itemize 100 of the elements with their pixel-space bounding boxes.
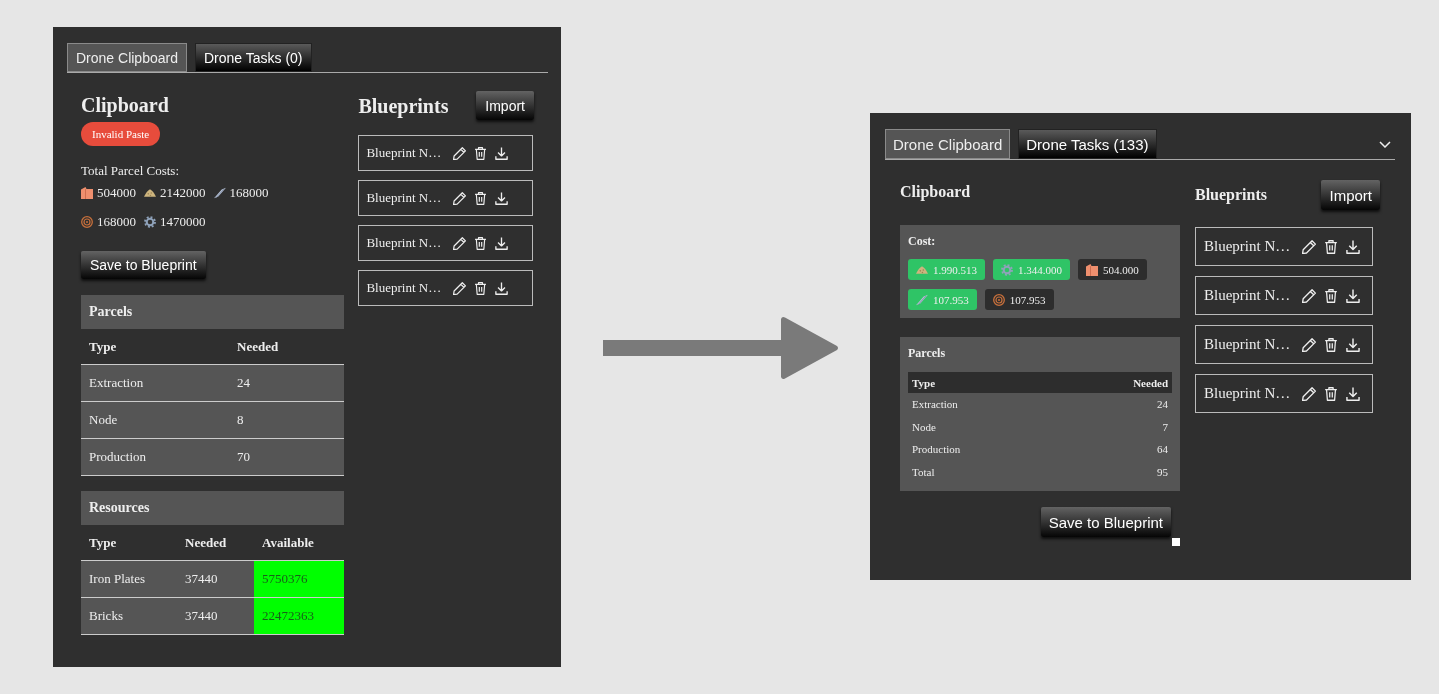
cost-value: 1.344.000 [1018,263,1062,276]
trash-icon[interactable] [1324,288,1339,303]
copper-coil-icon [992,293,1005,306]
cost-value: 107.953 [933,293,969,306]
tab[interactable]: Drone Tasks (133) [1018,129,1157,159]
blueprint-item[interactable]: Blueprint N… [1195,325,1373,364]
cost-value: 504000 [97,184,136,201]
save-button[interactable]: Save to Blueprint [81,251,206,279]
column-header: Needed [236,337,280,356]
download-icon[interactable] [1346,239,1361,254]
blueprint-name: Blueprint N… [366,280,442,296]
column-header: Available [261,533,315,552]
blueprint-item[interactable]: Blueprint N… [358,270,534,306]
column-header: Type [912,376,936,389]
cost-value: 168000 [97,213,136,230]
trash-icon[interactable] [474,146,488,160]
brick-icon [81,186,93,199]
tab[interactable]: Drone Tasks (0) [194,43,312,72]
table-cell: Production [912,443,961,456]
section-heading: Clipboard [81,93,169,119]
cost-value: 1.990.513 [933,263,977,276]
table-cell-text: 37440 [184,570,219,588]
blueprint-item[interactable]: Blueprint N… [358,180,534,216]
trash-icon[interactable] [1324,337,1339,352]
blueprint-item[interactable]: Blueprint N… [358,225,534,261]
trash-icon[interactable] [474,281,488,295]
pencil-icon[interactable] [453,236,467,250]
import-button[interactable]: Import [1321,180,1380,210]
blueprint-item[interactable]: Blueprint N… [1195,227,1373,266]
trash-icon[interactable] [1324,239,1339,254]
sand-pile-icon [144,186,156,199]
table-cell-text: 24 [236,374,251,392]
download-icon[interactable] [1346,337,1361,352]
blueprint-name: Blueprint N… [1204,385,1291,402]
table-cell: 95 [1157,465,1168,478]
table-cell: Extraction [912,398,958,411]
table-cell-text: Iron Plates [88,570,146,588]
section-header: Resources [81,491,345,525]
trash-icon[interactable] [474,191,488,205]
import-button[interactable]: Import [476,91,534,120]
blueprint-item[interactable]: Blueprint N… [1195,276,1373,315]
download-icon[interactable] [1346,288,1361,303]
cost-value: 1470000 [160,213,206,230]
save-button[interactable]: Save to Blueprint [1040,507,1171,537]
pencil-icon[interactable] [453,191,467,205]
column-header: Type [88,533,118,552]
table-cell: Total [912,465,935,478]
pencil-icon[interactable] [453,281,467,295]
cost-value: 504.000 [1103,263,1139,276]
table-cell-text: 70 [236,448,251,466]
pencil-icon[interactable] [1302,288,1317,303]
table-cell: 24 [1157,398,1168,411]
blueprint-item[interactable]: Blueprint N… [1195,374,1373,413]
pencil-icon[interactable] [453,146,467,160]
column-header: Needed [184,533,228,552]
section-heading: Clipboard [900,182,971,203]
download-icon[interactable] [495,281,509,295]
blueprint-name: Blueprint N… [1204,238,1291,255]
tab[interactable]: Drone Clipboard [67,43,187,72]
trash-icon[interactable] [1324,386,1339,401]
status-badge: Invalid Paste [81,122,161,146]
pencil-icon[interactable] [1302,386,1317,401]
gear-icon [144,215,156,228]
download-icon[interactable] [495,191,509,205]
cost-value: 2142000 [160,184,206,201]
download-icon[interactable] [495,146,509,160]
pencil-icon[interactable] [1302,239,1317,254]
sand-pile-icon [916,263,928,276]
costs-label: Total Parcel Costs: [81,162,180,179]
section-heading: Blueprints [358,93,449,120]
cost-value: 107.953 [1009,293,1046,306]
download-icon[interactable] [1346,386,1361,401]
table-cell: Node [912,420,936,433]
cost-value: 168000 [229,184,269,201]
table-cell-text: Node [88,411,119,429]
steel-beam-icon [916,293,928,306]
column-header: Type [88,337,118,356]
gear-icon [1001,263,1013,276]
square-handle-icon[interactable] [1172,538,1180,546]
column-header: Needed [1133,376,1168,389]
card-title: Parcels [908,345,947,361]
copper-coil-icon [81,215,93,228]
table-cell-text: 8 [236,411,245,429]
tab[interactable]: Drone Clipboard [885,129,1011,159]
table-cell: 5750376 [254,561,345,597]
blueprint-name: Blueprint N… [1204,287,1291,304]
trash-icon[interactable] [474,236,488,250]
table-cell-text: 37440 [184,607,219,625]
pencil-icon[interactable] [1302,337,1317,352]
chevron-down-icon[interactable] [1379,140,1391,148]
blueprint-item[interactable]: Blueprint N… [358,135,534,171]
steel-beam-icon [213,186,226,199]
download-icon[interactable] [495,236,509,250]
table-cell-text: Bricks [88,607,124,625]
table-cell: 64 [1157,443,1168,456]
brick-icon [1086,263,1098,276]
table-cell-text: Extraction [88,374,145,392]
section-heading: Blueprints [1195,185,1267,206]
blueprint-name: Blueprint N… [366,235,442,251]
table-cell: 7 [1162,420,1168,433]
